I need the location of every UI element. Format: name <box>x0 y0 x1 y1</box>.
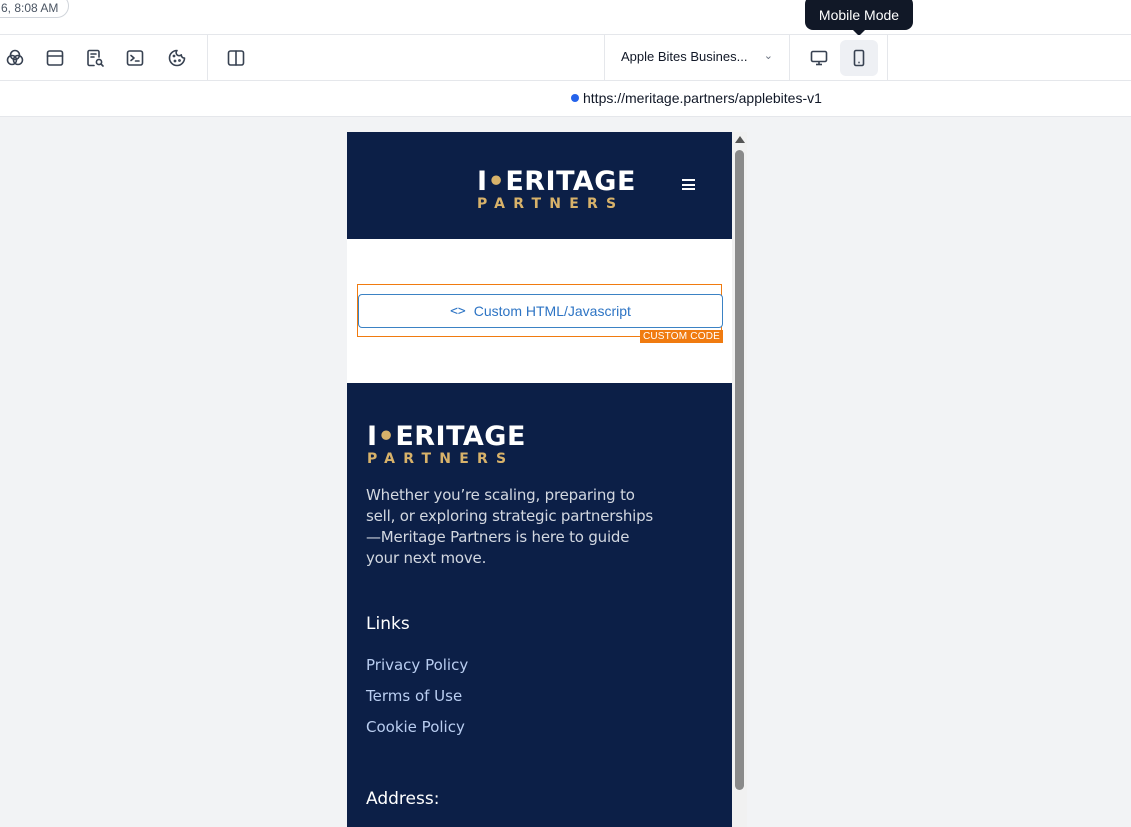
chevron-down-icon: ⌄ <box>763 50 773 62</box>
page-search-icon[interactable] <box>82 45 108 71</box>
toolbar-divider <box>207 35 208 81</box>
header-logo[interactable]: I•ERITAGE PARTNERS <box>477 168 636 212</box>
cookie-icon[interactable] <box>164 45 190 71</box>
mobile-icon <box>853 49 865 67</box>
toolbar-divider <box>887 35 888 81</box>
address-heading: Address: <box>366 789 440 809</box>
footer-logo: I•ERITAGE PARTNERS <box>367 421 526 467</box>
scroll-up-arrow-icon[interactable] <box>735 136 745 143</box>
window-icon[interactable] <box>42 45 68 71</box>
top-strip: 6, 8:08 AM Mobile Mode <box>0 0 1131 36</box>
device-mode-switch <box>798 40 880 76</box>
custom-html-button[interactable]: <> Custom HTML/Javascript <box>358 294 723 328</box>
terminal-icon[interactable] <box>122 45 148 71</box>
site-footer: I•ERITAGE PARTNERS Whether you’re scalin… <box>347 383 732 827</box>
split-view-icon[interactable] <box>223 45 249 71</box>
url-bar: https://meritage.partners/applebites-v1 <box>0 81 1131 117</box>
footer-link-terms[interactable]: Terms of Use <box>366 687 462 705</box>
code-icon: <> <box>450 303 466 319</box>
timestamp-badge: 6, 8:08 AM <box>0 0 70 18</box>
mobile-mode-tooltip: Mobile Mode <box>805 0 913 36</box>
scrollbar-thumb[interactable] <box>735 150 744 790</box>
layers-icon[interactable] <box>2 45 28 71</box>
custom-code-element[interactable]: <> Custom HTML/Javascript CUSTOM CODE <box>357 284 723 343</box>
mobile-mode-button[interactable] <box>840 40 878 76</box>
footer-tagline: Whether you’re scaling, preparing to sel… <box>366 486 654 567</box>
custom-code-tag: CUSTOM CODE <box>639 330 723 343</box>
links-heading: Links <box>366 614 410 634</box>
hamburger-menu-icon[interactable] <box>682 179 695 190</box>
footer-link-cookie[interactable]: Cookie Policy <box>366 718 465 736</box>
custom-html-label: Custom HTML/Javascript <box>473 303 631 319</box>
live-status-dot <box>571 94 579 102</box>
editor-toolbar: Apple Bites Busines... ⌄ <box>0 35 1131 81</box>
footer-link-privacy[interactable]: Privacy Policy <box>366 656 468 674</box>
desktop-icon <box>810 50 828 66</box>
site-selector[interactable]: Apple Bites Busines... ⌄ <box>604 35 790 81</box>
site-selector-label: Apple Bites Busines... <box>621 49 748 64</box>
desktop-mode-button[interactable] <box>800 40 838 76</box>
site-header: I•ERITAGE PARTNERS <box>347 132 732 239</box>
mobile-preview-frame: I•ERITAGE PARTNERS <> Custom HTML/Javasc… <box>347 132 747 827</box>
page-url[interactable]: https://meritage.partners/applebites-v1 <box>583 90 822 106</box>
editor-canvas: I•ERITAGE PARTNERS <> Custom HTML/Javasc… <box>0 117 1131 827</box>
preview-scrollbar[interactable] <box>732 132 747 827</box>
